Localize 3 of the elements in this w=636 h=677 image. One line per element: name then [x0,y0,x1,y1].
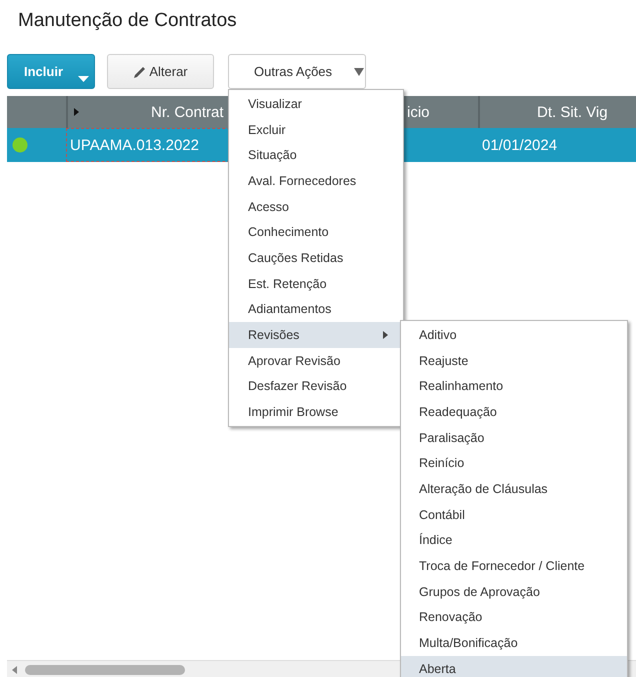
page-title: Manutenção de Contratos [17,9,238,33]
table-cell: UPAAMA.013.2022 [70,136,199,154]
table-cell: 01/01/2024 [482,136,558,154]
